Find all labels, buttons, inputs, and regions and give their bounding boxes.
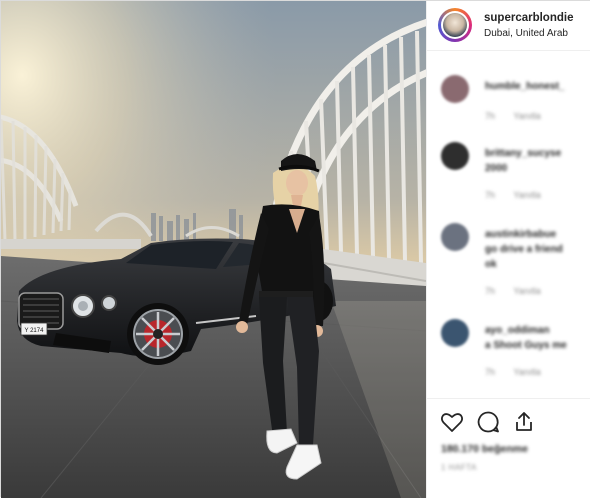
commenter-avatar[interactable] — [441, 75, 469, 103]
comment-time: 7h — [485, 286, 496, 296]
likes-count[interactable]: 180.170 beğenme — [441, 443, 528, 455]
commenter-username[interactable]: ayo_oddiman — [485, 323, 585, 338]
post-side-panel: supercarblondie Dubai, United Arab humbl… — [426, 1, 590, 498]
post-actions: 180.170 beğenme 1 HAFTA — [427, 398, 590, 498]
commenter-username[interactable]: austinkirbabue — [485, 227, 585, 242]
comment-text: brittany_sucyse 2000 — [485, 146, 585, 176]
comment-meta: 7h Yanıtla — [485, 286, 557, 296]
post-time: 1 HAFTA — [441, 463, 477, 472]
reply-button[interactable]: Yanıtla — [513, 286, 540, 296]
commenter-avatar[interactable] — [441, 223, 469, 251]
avatar[interactable] — [438, 8, 472, 42]
commenter-username[interactable]: brittany_sucyse — [485, 146, 585, 161]
reply-button[interactable]: Yanıtla — [513, 111, 540, 121]
username-link[interactable]: supercarblondie — [484, 12, 573, 24]
location-link[interactable]: Dubai, United Arab — [484, 28, 568, 39]
reply-button[interactable]: Yanıtla — [513, 190, 540, 200]
commenter-avatar[interactable] — [441, 319, 469, 347]
share-icon[interactable] — [511, 409, 537, 435]
comment-text: humble_honest_ — [485, 79, 585, 94]
comment-meta: 7h Yanıtla — [485, 367, 557, 377]
comment-time: 7h — [485, 111, 496, 121]
comment-time: 7h — [485, 190, 496, 200]
svg-text:Y 2174: Y 2174 — [25, 328, 45, 334]
comment-meta: 7h Yanıtla — [485, 190, 557, 200]
comment-time: 7h — [485, 367, 496, 377]
commenter-username[interactable]: humble_honest_ — [485, 81, 564, 92]
heart-icon[interactable] — [439, 409, 465, 435]
comment-meta: 7h Yanıtla — [485, 111, 557, 121]
reply-button[interactable]: Yanıtla — [513, 367, 540, 377]
comment-text: austinkirbabue go drive a friend ok — [485, 227, 585, 272]
speech-bubble-icon[interactable] — [475, 409, 501, 435]
post-header: supercarblondie Dubai, United Arab — [427, 1, 590, 51]
post-photo[interactable]: Y 2174 — [1, 1, 426, 498]
instagram-post: Y 2174 supercarblondie Dubai, United Ara… — [0, 0, 590, 498]
photo-scene: Y 2174 — [1, 1, 426, 498]
comment-text: ayo_oddiman a Shoot Guys me — [485, 323, 585, 353]
commenter-avatar[interactable] — [441, 142, 469, 170]
